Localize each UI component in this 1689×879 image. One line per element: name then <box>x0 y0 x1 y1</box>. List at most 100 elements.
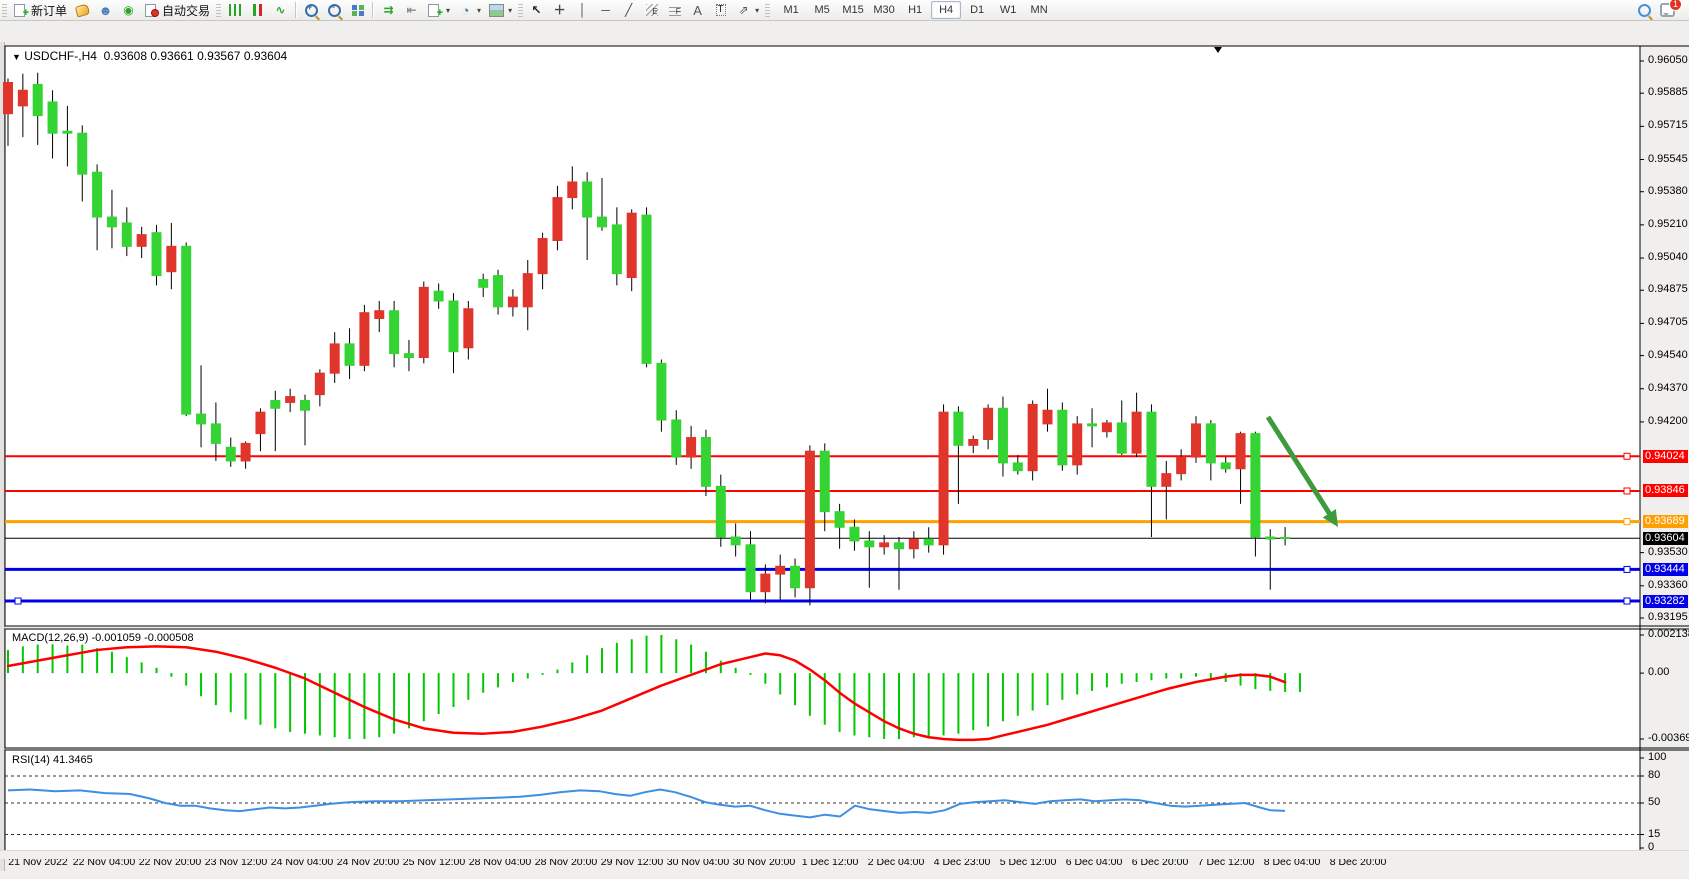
profiles-button[interactable]: ◔▾ <box>454 1 485 19</box>
chat-badge: 1 <box>1669 0 1682 11</box>
candle-body <box>895 543 904 549</box>
price-axis-tick: 0.94200 <box>1648 415 1688 427</box>
equidistant-channel-tool-button[interactable]: E <box>640 1 663 19</box>
text-tool-button[interactable]: A <box>686 1 709 19</box>
autotrading-button-label: 自动交易 <box>162 2 210 19</box>
timeframe-m5[interactable]: M5 <box>807 1 837 19</box>
timeframe-m1[interactable]: M1 <box>776 1 806 19</box>
candlestick-chart-button[interactable] <box>246 1 269 19</box>
chart-shift-icon: ⇤ <box>404 3 419 17</box>
candle-body <box>63 131 72 133</box>
candle-body <box>78 133 87 174</box>
timeframe-h1[interactable]: H1 <box>900 1 930 19</box>
candle-body <box>598 217 607 227</box>
candle-body <box>1281 537 1290 538</box>
candle-body <box>18 90 27 106</box>
candle-body <box>1192 424 1201 457</box>
price-axis-tick: 0.95545 <box>1648 153 1688 165</box>
tile-windows-button[interactable] <box>346 1 369 19</box>
candle-body <box>627 213 636 277</box>
candle-body <box>315 373 324 394</box>
timeframe-h4[interactable]: H4 <box>931 1 961 19</box>
new-order-button[interactable]: +新订单 <box>9 1 71 19</box>
new-chart-button-dropdown-caret[interactable]: ▾ <box>446 6 450 15</box>
ohlc-open: 0.93608 <box>104 49 147 63</box>
timeframe-w1[interactable]: W1 <box>993 1 1023 19</box>
price-axis-tick: 0.94875 <box>1648 283 1688 295</box>
level-line-handle[interactable] <box>1624 488 1630 494</box>
vertical-line-tool-button[interactable]: │ <box>571 1 594 19</box>
macd-panel[interactable] <box>5 629 1640 748</box>
zoom-in-icon: + <box>304 3 319 17</box>
text-label-tool-button[interactable]: T <box>709 1 732 19</box>
signals-button[interactable]: ◉ <box>117 1 140 19</box>
chart-expander-icon[interactable]: ▼ <box>12 52 21 62</box>
price-axis-tick: 0.95040 <box>1648 251 1688 263</box>
level-line-handle[interactable] <box>15 598 21 604</box>
line-chart-button[interactable]: ∿ <box>269 1 292 19</box>
metaeditor-button[interactable]: ☻ <box>94 1 117 19</box>
ohlc-close: 0.93604 <box>244 49 287 63</box>
metaeditor-icon: ☻ <box>98 3 113 17</box>
candle-body <box>345 344 354 365</box>
bar-chart-button[interactable] <box>223 1 246 19</box>
candle-body <box>360 313 369 366</box>
toolbar-right-group: 1 <box>1637 3 1689 17</box>
new-chart-button[interactable]: +▾ <box>423 1 454 19</box>
crosshair-tool-icon: ＋ <box>552 3 567 17</box>
vertical-line-tool-icon: │ <box>575 3 590 17</box>
zoom-in-button[interactable]: + <box>300 1 323 19</box>
candlestick-chart-icon <box>250 3 265 17</box>
price-axis-tick: 0.95715 <box>1648 119 1688 131</box>
templates-button[interactable]: ▾ <box>485 1 516 19</box>
trendline-tool-button[interactable]: ╱ <box>617 1 640 19</box>
level-line-handle[interactable] <box>1624 453 1630 459</box>
search-icon[interactable] <box>1637 3 1652 17</box>
chat-icon[interactable]: 1 <box>1660 3 1675 17</box>
templates-button-dropdown-caret[interactable]: ▾ <box>508 6 512 15</box>
candle-body <box>419 287 428 357</box>
main-price-panel[interactable] <box>5 46 1640 626</box>
timeframe-d1[interactable]: D1 <box>962 1 992 19</box>
timeframe-m15[interactable]: M15 <box>838 1 868 19</box>
profiles-icon: ◔ <box>458 3 473 17</box>
toolbar-separator <box>372 2 374 18</box>
market-watch-button[interactable] <box>71 1 94 19</box>
candle-body <box>404 354 413 358</box>
chart-shift-button[interactable]: ⇤ <box>400 1 423 19</box>
rsi-panel[interactable] <box>5 750 1640 851</box>
toolbar-grip <box>216 3 221 17</box>
profiles-button-dropdown-caret[interactable]: ▾ <box>477 6 481 15</box>
level-line-handle[interactable] <box>1624 598 1630 604</box>
auto-scroll-button[interactable]: ⇉ <box>377 1 400 19</box>
fibonacci-tool-button[interactable]: F <box>663 1 686 19</box>
trendline-tool-icon: ╱ <box>621 3 636 17</box>
equidistant-channel-tool-icon: E <box>644 3 659 17</box>
macd-axis-tick: -0.003698 <box>1648 732 1689 744</box>
price-axis-tick: 0.95885 <box>1648 86 1688 98</box>
candle-body <box>182 246 191 414</box>
arrows-tool-button[interactable]: ⇗▾ <box>732 1 763 19</box>
cursor-tool-button[interactable]: ↖ <box>525 1 548 19</box>
crosshair-tool-button[interactable]: ＋ <box>548 1 571 19</box>
candle-body <box>1162 474 1171 487</box>
price-axis-tick: 0.95380 <box>1648 185 1688 197</box>
candle-body <box>33 84 42 115</box>
candle-body <box>1206 424 1215 463</box>
candle-body <box>390 311 399 354</box>
timeframe-mn[interactable]: MN <box>1024 1 1054 19</box>
level-line-handle[interactable] <box>1624 566 1630 572</box>
chart-canvas[interactable] <box>0 21 1689 879</box>
arrows-tool-button-dropdown-caret[interactable]: ▾ <box>755 6 759 15</box>
candle-body <box>1073 424 1082 465</box>
level-line-handle[interactable] <box>1624 519 1630 525</box>
candle-body <box>330 344 339 373</box>
timeframe-m30[interactable]: M30 <box>869 1 899 19</box>
horizontal-line-tool-button[interactable]: ─ <box>594 1 617 19</box>
candle-body <box>137 235 146 247</box>
new-order-icon: + <box>13 3 28 17</box>
candle-body <box>1058 410 1067 465</box>
autotrading-button[interactable]: 自动交易 <box>140 1 214 19</box>
chart-window: ▼ USDCHF-,H4 0.93608 0.93661 0.93567 0.9… <box>0 21 1689 858</box>
zoom-out-button[interactable]: − <box>323 1 346 19</box>
